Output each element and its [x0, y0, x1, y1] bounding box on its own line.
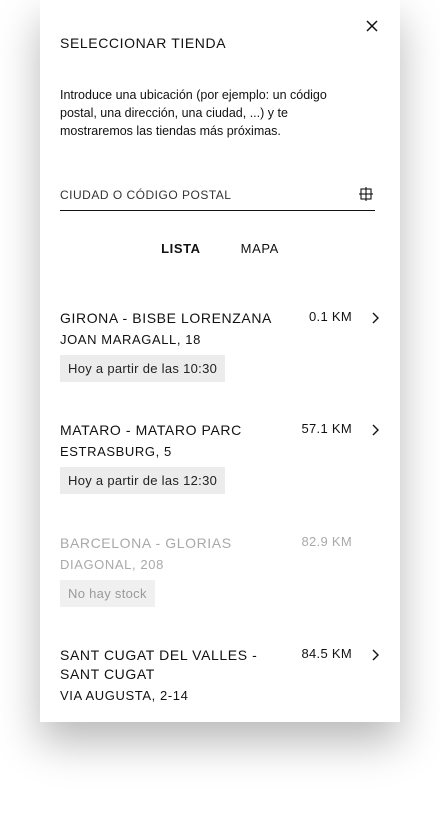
modal-title: SELECCIONAR TIENDA	[60, 35, 227, 51]
store-address: VIA AUGUSTA, 2-14	[60, 688, 189, 703]
modal-description: Introduce una ubicación (por ejemplo: un…	[60, 88, 327, 138]
store-item[interactable]: MATARO - MATARO PARC ESTRASBURG, 5 Hoy a…	[60, 421, 380, 494]
store-item[interactable]: SANT CUGAT DEL VALLES - SANT CUGAT VIA A…	[60, 646, 380, 703]
store-distance: 57.1 KM	[301, 421, 352, 436]
store-item[interactable]: GIRONA - BISBE LORENZANA JOAN MARAGALL, …	[60, 309, 380, 382]
availability-badge: Hoy a partir de las 10:30	[60, 355, 226, 382]
store-address: ESTRASBURG, 5	[60, 444, 172, 459]
store-name: GIRONA - BISBE LORENZANA	[60, 310, 272, 326]
store-address: DIAGONAL, 208	[60, 557, 164, 572]
store-name: BARCELONA - GLORIAS	[60, 535, 232, 551]
chevron-right-icon[interactable]	[370, 312, 380, 324]
availability-badge: Hoy a partir de las 12:30	[60, 467, 226, 494]
store-name: SANT CUGAT DEL VALLES - SANT CUGAT	[60, 647, 258, 682]
store-distance: 82.9 KM	[301, 534, 352, 549]
store-selector-panel: SELECCIONAR TIENDA Introduce una ubicaci…	[40, 0, 400, 722]
tab-mapa[interactable]: MAPA	[241, 241, 279, 256]
close-icon[interactable]	[364, 18, 380, 34]
store-address: JOAN MARAGALL, 18	[60, 332, 201, 347]
search-field	[60, 180, 375, 211]
search-input[interactable]	[60, 188, 350, 202]
crosshair-icon[interactable]	[359, 187, 373, 201]
chevron-right-icon[interactable]	[370, 424, 380, 436]
store-distance: 84.5 KM	[301, 646, 352, 661]
view-tabs: LISTA MAPA	[40, 241, 400, 256]
store-name: MATARO - MATARO PARC	[60, 422, 242, 438]
store-distance: 0.1 KM	[309, 309, 352, 324]
store-item: BARCELONA - GLORIAS DIAGONAL, 208 No hay…	[60, 534, 380, 607]
chevron-right-icon[interactable]	[370, 649, 380, 661]
tab-lista[interactable]: LISTA	[161, 241, 201, 256]
availability-badge: No hay stock	[60, 580, 155, 607]
